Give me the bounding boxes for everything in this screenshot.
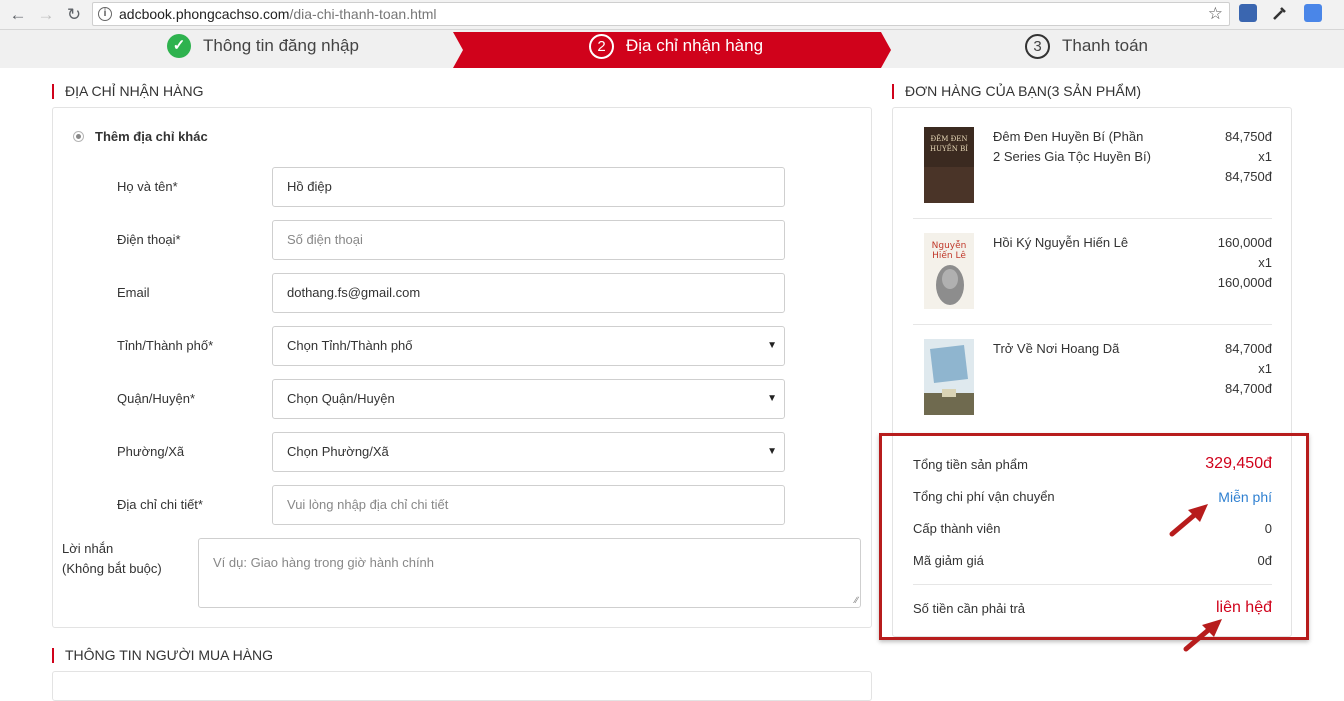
address-detail-label: Địa chỉ chi tiết* [117, 497, 203, 512]
ward-select[interactable]: Chọn Phường/Xã ▼ [272, 432, 785, 472]
province-select-value: Chọn Tỉnh/Thành phố [287, 338, 413, 353]
product-price-block: 84,700đ x1 84,700đ [1225, 339, 1272, 399]
address-section-title: ĐỊA CHỈ NHẬN HÀNG [52, 84, 203, 99]
product-total: 84,700đ [1225, 381, 1272, 396]
product-name[interactable]: Đêm Đen Huyền Bí (Phần 2 Series Gia Tộc … [993, 127, 1153, 167]
buyer-section-title: THÔNG TIN NGƯỜI MUA HÀNG [52, 648, 273, 663]
ward-select-value: Chọn Phường/Xã [287, 444, 389, 459]
annotation-arrow-icon [1183, 619, 1222, 652]
url-text: adcbook.phongcachso.com/dia-chi-thanh-to… [119, 6, 437, 22]
checkmark-icon: ✓ [167, 34, 191, 58]
step-login-label: Thông tin đăng nhập [203, 36, 359, 55]
step-payment: 3 Thanh toán [1025, 33, 1148, 59]
product-price: 84,750đ [1225, 129, 1272, 144]
info-icon[interactable]: i [98, 7, 112, 21]
product-qty: x1 [1258, 149, 1272, 164]
radio-add-address[interactable] [73, 131, 84, 142]
radio-add-address-label: Thêm địa chỉ khác [95, 129, 208, 144]
step-address: 2 Địa chỉ nhận hàng [589, 33, 763, 59]
message-label-text: Lời nhắn [62, 541, 114, 556]
phone-label: Điện thoại* [117, 232, 181, 247]
resize-grip-icon[interactable]: ∕∕ [855, 596, 858, 605]
book-cover-image: Nguyễn Hiến Lê [924, 233, 974, 309]
product-total: 160,000đ [1217, 275, 1272, 290]
email-label: Email [117, 285, 150, 300]
message-placeholder: Ví dụ: Giao hàng trong giờ hành chính [213, 555, 435, 570]
caret-down-icon: ▼ [767, 446, 777, 457]
product-price: 84,700đ [1225, 341, 1272, 356]
extension-icon[interactable] [1239, 4, 1257, 22]
step-login: ✓ Thông tin đăng nhập [167, 33, 359, 59]
product-qty: x1 [1258, 361, 1272, 376]
arrow-left-icon[interactable]: ← [7, 4, 29, 26]
book-cover-image: ĐÊM ĐEN HUYỀN BÍ [924, 127, 974, 203]
browser-toolbar: ← → ↻ i adcbook.phongcachso.com/dia-chi-… [0, 0, 1344, 30]
order-item: Nguyễn Hiến Lê Hồi Ký Nguyễn Hiến Lê 160… [913, 233, 1272, 313]
step-number: 3 [1025, 33, 1050, 59]
divider [913, 324, 1272, 325]
product-price-block: 84,750đ x1 84,750đ [1225, 127, 1272, 187]
product-price: 160,000đ [1217, 235, 1272, 250]
product-name[interactable]: Hồi Ký Nguyễn Hiến Lê [993, 233, 1153, 253]
message-optional-text: (Không bắt buộc) [62, 561, 162, 576]
annotation-arrow-icon [1169, 504, 1208, 537]
arrow-right-icon[interactable]: → [35, 4, 57, 26]
eyedropper-icon[interactable] [1271, 4, 1289, 22]
svg-text:HUYỀN BÍ: HUYỀN BÍ [930, 143, 968, 153]
ward-label: Phường/Xã [117, 444, 185, 459]
svg-text:Hiến Lê: Hiến Lê [932, 250, 966, 261]
district-select-value: Chọn Quận/Huyện [287, 391, 395, 406]
book-cover-image [924, 339, 974, 415]
caret-down-icon: ▼ [767, 340, 777, 351]
district-label: Quận/Huyện* [117, 391, 196, 406]
svg-text:Nguyễn: Nguyễn [932, 240, 967, 251]
product-total: 84,750đ [1225, 169, 1272, 184]
order-section-title: ĐƠN HÀNG CỦA BẠN(3 Sản phẩm) [892, 84, 1141, 99]
translate-icon[interactable] [1304, 4, 1322, 22]
address-detail-field[interactable]: Vui lòng nhập địa chỉ chi tiết [272, 485, 785, 525]
province-label: Tỉnh/Thành phố* [117, 338, 214, 353]
message-textarea[interactable]: Ví dụ: Giao hàng trong giờ hành chính ∕∕ [198, 538, 861, 608]
order-item: Trở Về Nơi Hoang Dã 84,700đ x1 84,700đ [913, 339, 1272, 419]
step-payment-label: Thanh toán [1062, 36, 1149, 55]
email-field[interactable]: dothang.fs@gmail.com [272, 273, 785, 313]
order-item: ĐÊM ĐEN HUYỀN BÍ Đêm Đen Huyền Bí (Phần … [913, 127, 1272, 207]
annotation-highlight-box [879, 433, 1309, 640]
caret-down-icon: ▼ [767, 393, 777, 404]
product-price-block: 160,000đ x1 160,000đ [1218, 233, 1272, 293]
fullname-label: Họ và tên* [117, 179, 178, 194]
divider [913, 218, 1272, 219]
address-bar[interactable]: i adcbook.phongcachso.com/dia-chi-thanh-… [92, 2, 1230, 26]
product-qty: x1 [1258, 255, 1272, 270]
step-address-label: Địa chỉ nhận hàng [626, 36, 764, 55]
province-select[interactable]: Chọn Tỉnh/Thành phố ▼ [272, 326, 785, 366]
buyer-panel [52, 671, 872, 701]
reload-icon[interactable]: ↻ [63, 4, 85, 26]
phone-field[interactable]: Số điện thoại [272, 220, 785, 260]
product-name[interactable]: Trở Về Nơi Hoang Dã [993, 339, 1153, 359]
step-number: 2 [589, 33, 614, 59]
district-select[interactable]: Chọn Quận/Huyện ▼ [272, 379, 785, 419]
message-label: Lời nhắn (Không bắt buộc) [62, 539, 162, 579]
fullname-field[interactable]: Hồ điệp [272, 167, 785, 207]
svg-text:ĐÊM ĐEN: ĐÊM ĐEN [930, 134, 967, 143]
bookmark-star-icon[interactable]: ☆ [1208, 4, 1223, 24]
